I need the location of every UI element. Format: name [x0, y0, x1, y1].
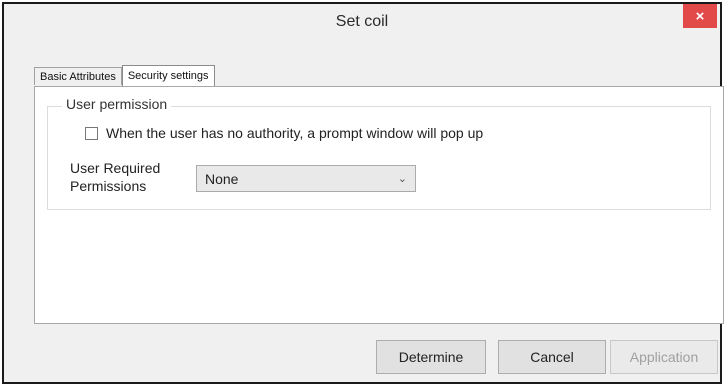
tab-security-settings[interactable]: Security settings — [121, 65, 215, 86]
cancel-button[interactable]: Cancel — [498, 340, 606, 374]
group-title: User permission — [62, 96, 172, 112]
required-permissions-label: User Required Permissions — [70, 160, 161, 194]
checkbox-label: When the user has no authority, a prompt… — [106, 125, 484, 141]
determine-button[interactable]: Determine — [376, 340, 486, 374]
tab-bar: Basic Attributes Security settings — [34, 63, 215, 86]
select-value: None — [205, 170, 239, 187]
dialog-window: Set coil × Basic Attributes Security set… — [2, 2, 724, 384]
dialog-title: Set coil — [335, 13, 389, 30]
prompt-window-option[interactable]: When the user has no authority, a prompt… — [85, 125, 483, 141]
title-bar: Set coil × — [4, 4, 720, 42]
required-permissions-select[interactable]: None ⌄ — [196, 165, 416, 192]
close-icon[interactable]: × — [683, 4, 717, 28]
user-permission-group: User permission When the user has no aut… — [47, 96, 711, 210]
prompt-window-checkbox[interactable] — [85, 126, 98, 140]
chevron-down-icon: ⌄ — [397, 173, 407, 185]
tab-basic-attributes[interactable]: Basic Attributes — [34, 67, 122, 85]
tab-panel: User permission When the user has no aut… — [34, 86, 724, 324]
application-button[interactable]: Application — [610, 340, 718, 374]
